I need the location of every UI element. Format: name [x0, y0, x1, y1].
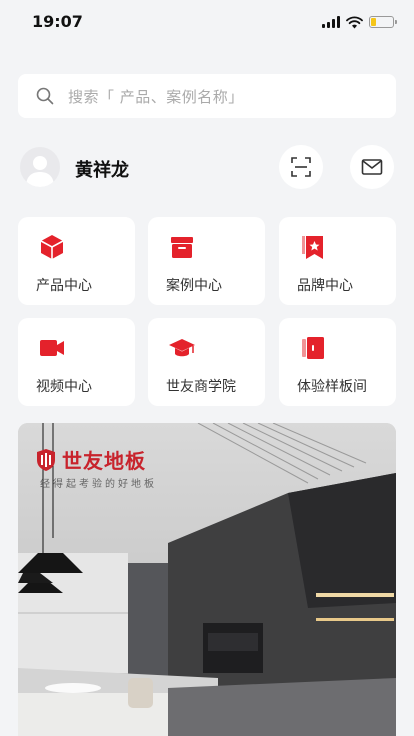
- menu-item-showroom[interactable]: 体验样板间: [279, 318, 396, 406]
- default-avatar-icon: [26, 156, 54, 187]
- status-bar: 19:07: [0, 0, 414, 46]
- menu-item-academy[interactable]: 世友商学院: [148, 318, 265, 406]
- cellular-signal-icon: [322, 16, 340, 28]
- menu-item-label: 品牌中心: [297, 278, 353, 294]
- menu-item-label: 产品中心: [36, 278, 92, 294]
- video-camera-icon: [40, 340, 64, 356]
- brand-name: 世友地板: [62, 449, 146, 473]
- status-time: 19:07: [32, 12, 83, 31]
- battery-icon: [369, 16, 397, 28]
- battery-level: [371, 18, 377, 26]
- user-name: 黄祥龙: [75, 160, 129, 181]
- menu-item-brand-center[interactable]: 品牌中心: [279, 217, 396, 305]
- menu-item-label: 世友商学院: [166, 379, 236, 395]
- wifi-icon: [346, 16, 363, 28]
- menu-item-video-center[interactable]: 视频中心: [18, 318, 135, 406]
- promo-banner[interactable]: 世友地板 经得起考验的好地板: [18, 423, 396, 736]
- scan-icon: [291, 157, 311, 177]
- mail-button[interactable]: [350, 145, 394, 189]
- scan-button[interactable]: [279, 145, 323, 189]
- search-icon: [36, 87, 54, 105]
- bookmark-star-icon: [302, 236, 323, 259]
- brand-logo: 世友地板: [36, 445, 146, 474]
- menu-item-case-center[interactable]: 案例中心: [148, 217, 265, 305]
- profile-row: 黄祥龙: [0, 144, 414, 194]
- menu-item-product-center[interactable]: 产品中心: [18, 217, 135, 305]
- status-icons: [322, 15, 397, 29]
- box-icon: [171, 237, 193, 258]
- menu-item-label: 体验样板间: [297, 379, 367, 395]
- mail-icon: [361, 159, 383, 175]
- door-icon: [302, 337, 324, 359]
- search-input[interactable]: 搜索「 产品、案例名称」: [18, 74, 396, 118]
- menu-item-label: 视频中心: [36, 379, 92, 395]
- search-placeholder: 搜索「 产品、案例名称」: [68, 87, 244, 106]
- cube-icon: [40, 235, 64, 259]
- shield-logo-icon: [37, 448, 55, 471]
- graduation-cap-icon: [169, 339, 195, 357]
- brand-slogan: 经得起考验的好地板: [40, 479, 157, 490]
- avatar[interactable]: [20, 147, 60, 187]
- menu-item-label: 案例中心: [166, 278, 222, 294]
